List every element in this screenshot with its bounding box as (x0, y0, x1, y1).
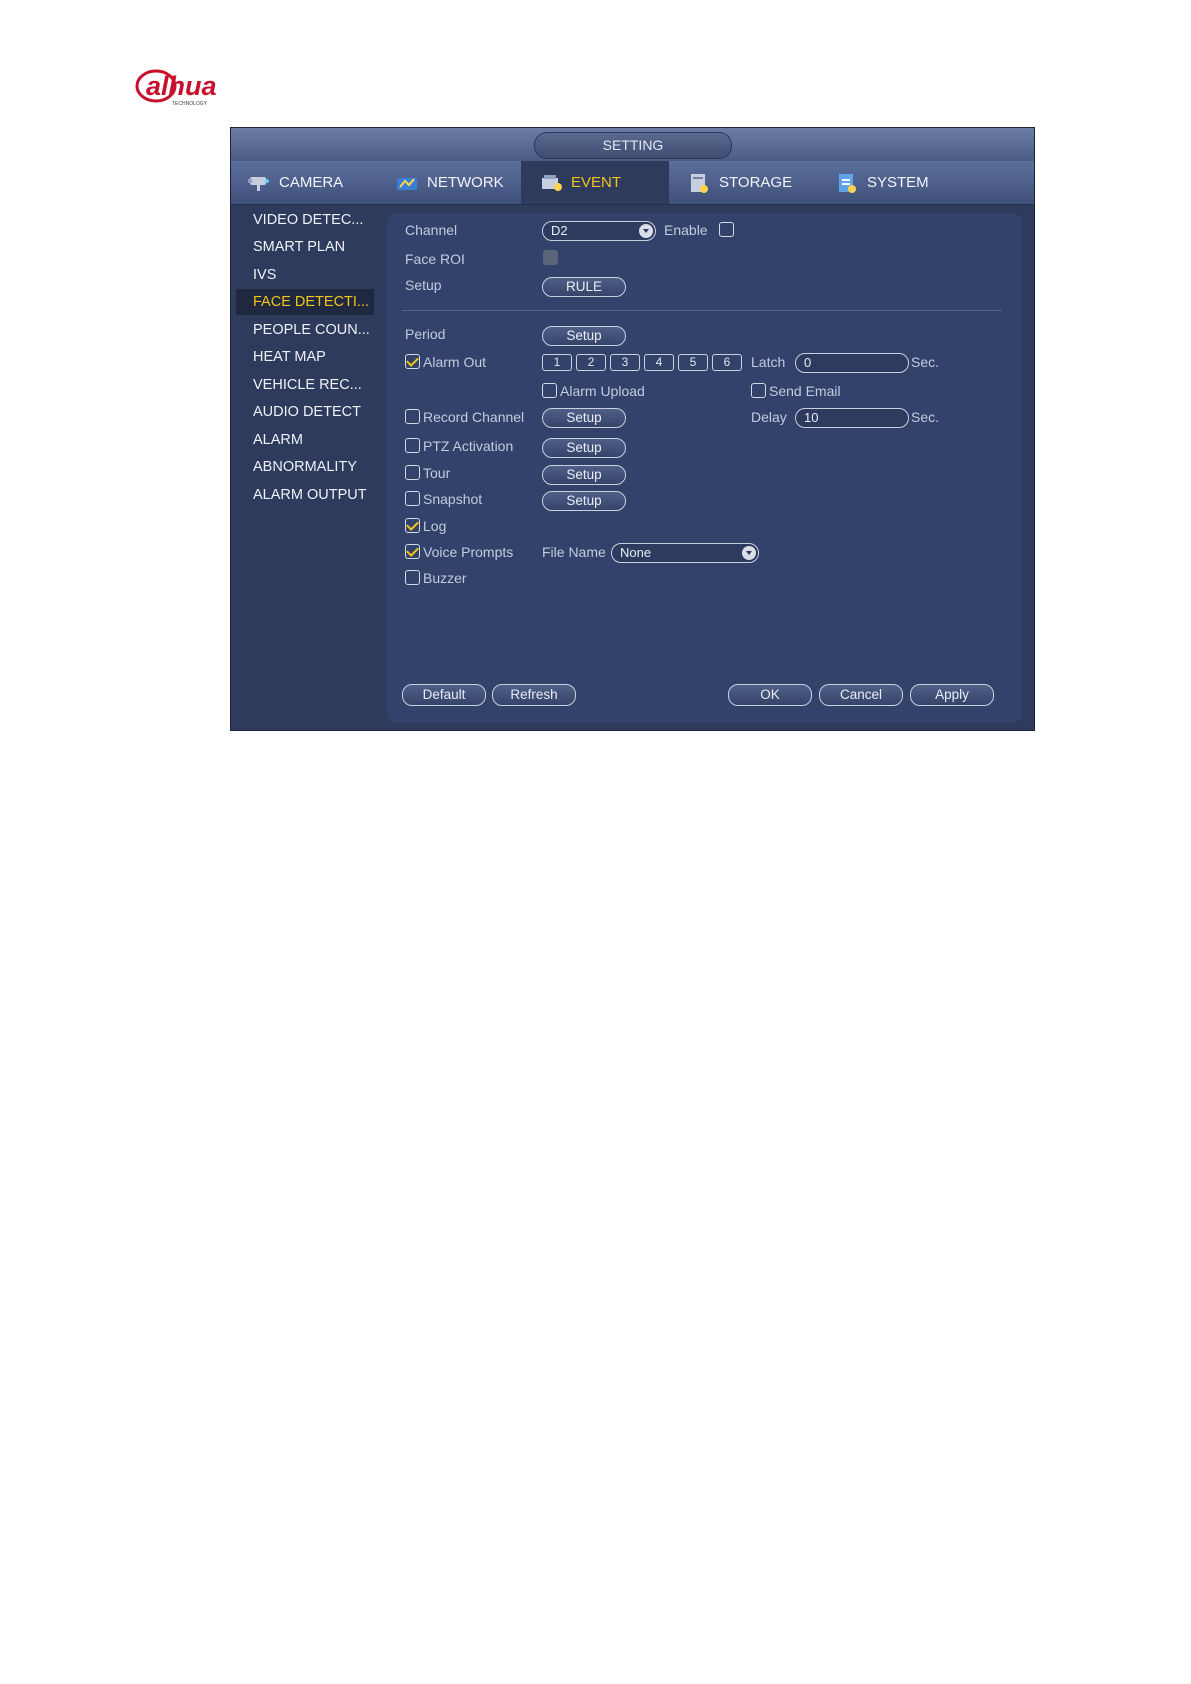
record-channel-setup-button[interactable]: Setup (542, 408, 626, 428)
sidebar-item-face-detection[interactable]: FACE DETECTI... (236, 289, 374, 315)
tab-system[interactable]: SYSTEM (817, 161, 965, 204)
channel-value: D2 (551, 223, 568, 238)
dahua-logo: alhua TECHNOLOGY (134, 68, 264, 108)
event-icon (542, 174, 562, 191)
alarm-out-4[interactable]: 4 (644, 354, 674, 371)
face-roi-checkbox[interactable] (543, 250, 558, 265)
file-name-value: None (620, 545, 652, 560)
latch-sec-label: Sec. (911, 354, 940, 370)
buzzer-checkbox[interactable] (405, 570, 420, 585)
sidebar-item-smart-plan[interactable]: SMART PLAN (236, 234, 374, 260)
sidebar-item-ivs[interactable]: IVS (236, 262, 374, 288)
period-setup-button[interactable]: Setup (542, 326, 626, 346)
tour-label: Tour (423, 465, 451, 481)
snapshot-checkbox[interactable] (405, 491, 420, 506)
channel-label: Channel (405, 222, 458, 238)
tour-setup-button[interactable]: Setup (542, 465, 626, 485)
voice-prompts-checkbox[interactable] (405, 544, 420, 559)
system-icon (839, 173, 856, 193)
svg-text:alhua: alhua (146, 71, 217, 101)
default-button[interactable]: Default (402, 684, 486, 706)
sidebar-item-alarm[interactable]: ALARM (236, 427, 374, 453)
svg-text:TECHNOLOGY: TECHNOLOGY (172, 101, 208, 107)
alarm-out-2[interactable]: 2 (576, 354, 606, 371)
alarm-out-3[interactable]: 3 (610, 354, 640, 371)
tab-label: STORAGE (719, 174, 793, 191)
network-icon (397, 177, 417, 190)
face-roi-label: Face ROI (405, 251, 465, 267)
log-checkbox[interactable] (405, 518, 420, 533)
alarm-upload-checkbox[interactable] (542, 383, 557, 398)
enable-label: Enable (664, 222, 708, 238)
sidebar-item-abnormality[interactable]: ABNORMALITY (236, 454, 374, 480)
sidebar-item-people-counting[interactable]: PEOPLE COUN... (236, 317, 374, 343)
alarm-out-5[interactable]: 5 (678, 354, 708, 371)
record-channel-label: Record Channel (423, 409, 525, 425)
ptz-setup-button[interactable]: Setup (542, 438, 626, 458)
tab-storage[interactable]: STORAGE (669, 161, 817, 204)
sidebar-item-heat-map[interactable]: HEAT MAP (236, 344, 374, 370)
sidebar: VIDEO DETEC... SMART PLAN IVS FACE DETEC… (231, 204, 381, 730)
tab-label: CAMERA (279, 174, 344, 191)
setup-label: Setup (405, 277, 442, 293)
alarm-out-6[interactable]: 6 (712, 354, 742, 371)
sidebar-item-vehicle-recognition[interactable]: VEHICLE REC... (236, 372, 374, 398)
file-name-label: File Name (542, 544, 606, 560)
sidebar-item-video-detect[interactable]: VIDEO DETEC... (236, 207, 374, 233)
divider (402, 310, 1002, 311)
ptz-activation-label: PTZ Activation (423, 438, 514, 454)
file-name-select[interactable]: None (611, 543, 759, 563)
snapshot-label: Snapshot (423, 491, 483, 507)
tab-label: EVENT (571, 174, 622, 191)
rule-button[interactable]: RULE (542, 277, 626, 297)
main-tabs: CAMERA NETWORK EVENT STORAGE SYSTEM (231, 161, 1034, 205)
tab-event[interactable]: EVENT (521, 161, 669, 204)
delay-sec-label: Sec. (911, 409, 940, 425)
tab-label: NETWORK (427, 174, 504, 191)
snapshot-setup-button[interactable]: Setup (542, 491, 626, 511)
record-channel-checkbox[interactable] (405, 409, 420, 424)
latch-label: Latch (751, 354, 786, 370)
tab-network[interactable]: NETWORK (387, 161, 521, 204)
log-label: Log (423, 518, 447, 534)
refresh-button[interactable]: Refresh (492, 684, 576, 706)
tab-label: SYSTEM (867, 174, 929, 191)
title-bar: SETTING (231, 128, 1034, 161)
setting-window: SETTING CAMERA NETWORK EVENT STORAGE SYS… (230, 127, 1035, 731)
voice-prompts-label: Voice Prompts (423, 544, 514, 560)
sidebar-item-audio-detect[interactable]: AUDIO DETECT (236, 399, 374, 425)
apply-button[interactable]: Apply (910, 684, 994, 706)
tab-camera[interactable]: CAMERA (239, 161, 387, 204)
chevron-down-icon (639, 224, 653, 238)
ptz-activation-checkbox[interactable] (405, 438, 420, 453)
channel-select[interactable]: D2 (542, 221, 656, 241)
delay-label: Delay (751, 409, 787, 425)
send-email-label: Send Email (769, 383, 841, 399)
enable-checkbox[interactable] (719, 222, 734, 237)
storage-icon (691, 173, 708, 193)
chevron-down-icon (742, 546, 756, 560)
cancel-button[interactable]: Cancel (819, 684, 903, 706)
sidebar-item-alarm-output[interactable]: ALARM OUTPUT (236, 482, 374, 508)
alarm-out-label: Alarm Out (423, 354, 487, 370)
alarm-out-1[interactable]: 1 (542, 354, 572, 371)
face-detection-panel: Channel D2 Enable Face ROI Setup RULE Pe… (387, 213, 1022, 723)
camera-icon (248, 176, 269, 191)
send-email-checkbox[interactable] (751, 383, 766, 398)
alarm-out-checkbox[interactable] (405, 354, 420, 369)
buzzer-label: Buzzer (423, 570, 467, 586)
window-title: SETTING (534, 132, 732, 159)
ok-button[interactable]: OK (728, 684, 812, 706)
alarm-upload-label: Alarm Upload (560, 383, 645, 399)
latch-input[interactable]: 0 (795, 353, 909, 373)
delay-input[interactable]: 10 (795, 408, 909, 428)
period-label: Period (405, 326, 446, 342)
tour-checkbox[interactable] (405, 465, 420, 480)
